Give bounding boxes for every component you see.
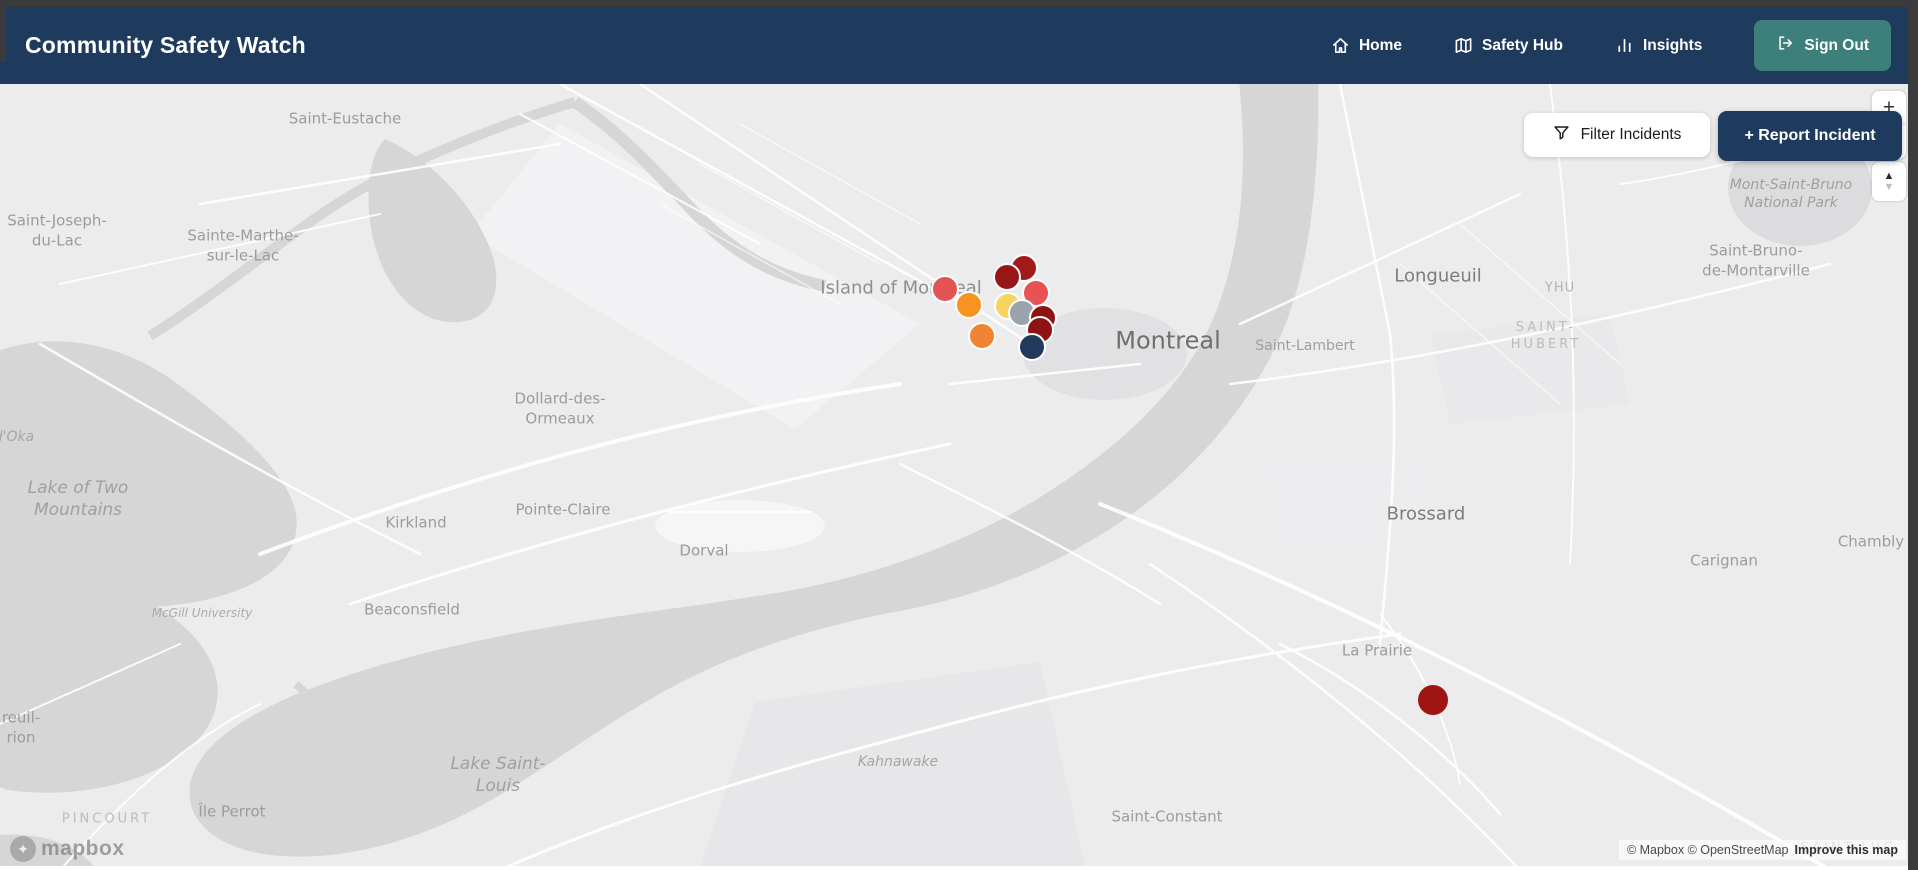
sign-out-icon	[1776, 34, 1794, 57]
map-attribution: © Mapbox © OpenStreetMap Improve this ma…	[1618, 840, 1906, 860]
app-header: Community Safety Watch Home Safety Hub Ins…	[0, 7, 1908, 84]
nav-item-label: Home	[1358, 36, 1403, 54]
mapbox-logo-text: mapbox	[41, 837, 125, 860]
map-base-layer	[0, 84, 1901, 866]
filter-icon	[1553, 124, 1570, 146]
mapbox-logo[interactable]: ✦ mapbox	[10, 836, 125, 862]
page-title: Community Safety Watch	[25, 32, 306, 58]
sign-out-label: Sign Out	[1804, 36, 1869, 54]
sign-out-button[interactable]: Sign Out	[1754, 20, 1891, 71]
pitch-up-icon: ▲	[1883, 169, 1895, 182]
nav-item-insights[interactable]: Insights	[1615, 36, 1702, 55]
incident-marker[interactable]	[931, 275, 959, 303]
map-pitch-control[interactable]: ▲ ▼	[1872, 162, 1906, 201]
report-label: + Report Incident	[1744, 127, 1876, 144]
nav-item-safety-hub[interactable]: Safety Hub	[1454, 36, 1563, 55]
filter-incidents-button[interactable]: Filter Incidents	[1524, 113, 1710, 157]
nav-item-label: Insights	[1643, 36, 1703, 54]
map-icon	[1454, 36, 1473, 55]
attribution-copyright[interactable]: © Mapbox © OpenStreetMap	[1627, 843, 1789, 857]
page-bottom-strip	[0, 866, 1908, 870]
report-incident-button[interactable]: + Report Incident	[1718, 111, 1902, 161]
incident-marker[interactable]	[1018, 333, 1046, 361]
nav-item-home[interactable]: Home	[1331, 36, 1402, 55]
app-window: Community Safety Watch Home Safety Hub Ins…	[0, 7, 1908, 870]
incident-marker[interactable]	[1418, 685, 1448, 715]
filter-label: Filter Incidents	[1580, 126, 1682, 143]
window-corner	[0, 7, 6, 62]
incident-marker[interactable]	[968, 322, 996, 350]
pitch-down-icon: ▼	[1883, 180, 1895, 193]
improve-this-map-link[interactable]: Improve this map	[1795, 843, 1899, 857]
incident-marker[interactable]	[955, 291, 983, 319]
incident-marker[interactable]	[993, 263, 1021, 291]
nav-item-label: Safety Hub	[1482, 36, 1563, 54]
mapbox-logo-icon: ✦	[10, 836, 36, 862]
map-canvas[interactable]: Filter Incidents + Report Incident + ▲ ▼…	[0, 84, 1908, 866]
home-icon	[1331, 36, 1350, 55]
bar-chart-icon	[1615, 36, 1634, 55]
main-nav: Home Safety Hub Insights Sign Out	[1331, 20, 1891, 71]
